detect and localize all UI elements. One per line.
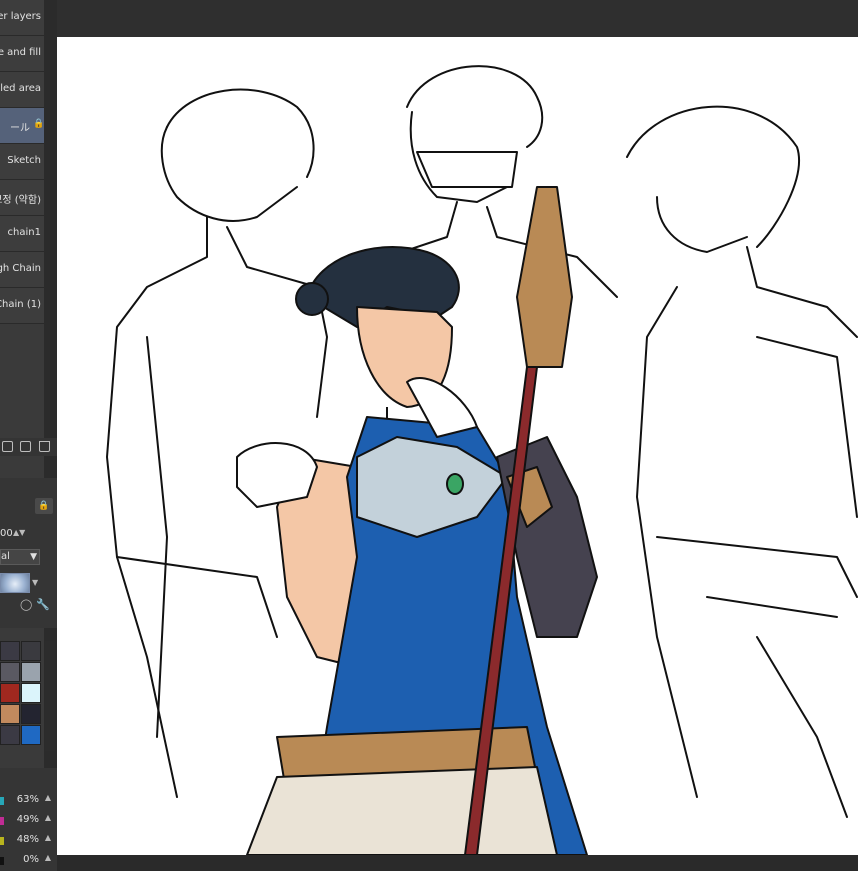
mix-value: 48% xyxy=(16,834,39,845)
layer-row[interactable]: e and fill xyxy=(0,36,44,72)
mix-value: 49% xyxy=(16,814,39,825)
chevron-down-icon[interactable]: ▼ xyxy=(32,578,38,587)
layer-row[interactable]: lled area xyxy=(0,72,44,108)
layer-row[interactable]: chain1 xyxy=(0,216,44,252)
merge-down-icon[interactable] xyxy=(2,441,13,452)
chevron-down-icon: ▼ xyxy=(30,552,37,562)
drawing-canvas[interactable] xyxy=(57,37,858,855)
spinner-icon[interactable]: ▲ xyxy=(45,813,51,822)
left-figure-body xyxy=(106,216,208,798)
layer-row[interactable]: Chain (1) xyxy=(0,288,44,324)
delete-layer-icon[interactable] xyxy=(39,441,50,452)
opacity-spinner-icon[interactable]: ▲▼ xyxy=(13,528,25,537)
layer-row[interactable]: er layers xyxy=(0,0,44,36)
wrench-icon[interactable]: 🔧 xyxy=(36,598,50,611)
reference-icon[interactable]: ◯ xyxy=(20,598,32,611)
layer-name: e and fill xyxy=(0,47,41,58)
spinner-icon[interactable]: ▲ xyxy=(45,853,51,862)
layer-name: ール xyxy=(10,123,30,134)
left-figure-face xyxy=(160,126,298,222)
mix-color-dot xyxy=(0,797,4,805)
layer-panel: er layers e and fill lled area ール 🔒 Sketc… xyxy=(0,0,58,871)
layer-row[interactable]: 보정 (약함) xyxy=(0,180,44,216)
spinner-icon[interactable]: ▲ xyxy=(45,793,51,802)
mix-row[interactable]: 48% ▲ xyxy=(0,832,57,850)
palette-swatch[interactable] xyxy=(21,704,41,724)
right-figure-hair xyxy=(626,105,800,248)
expression-color-swatch[interactable] xyxy=(0,573,30,593)
layer-property-panel: 🔒 00 ▲▼ al ▼ ▼ ◯ 🔧 xyxy=(0,478,57,628)
layer-name: chain1 xyxy=(7,227,41,238)
palette-swatch[interactable] xyxy=(21,725,41,745)
palette-scrollbar[interactable] xyxy=(45,641,55,751)
palette-swatch[interactable] xyxy=(21,662,41,682)
palette-swatch[interactable] xyxy=(0,641,20,661)
layer-row[interactable]: Sketch xyxy=(0,144,44,180)
color-mixing-panel: 63% ▲ 49% ▲ 48% ▲ 0% ▲ xyxy=(0,768,57,871)
palette-swatch[interactable] xyxy=(0,683,20,703)
left-figure-hair xyxy=(166,88,315,178)
layer-row-selected[interactable]: ール 🔒 xyxy=(0,108,44,144)
mix-color-dot xyxy=(0,837,4,845)
palette-swatch[interactable] xyxy=(0,704,20,724)
layer-name: gh Chain xyxy=(0,263,41,274)
artwork-illustration xyxy=(106,65,858,855)
mix-value: 0% xyxy=(23,854,39,865)
middle-figure-hair xyxy=(406,65,544,148)
lock-transparency-icon[interactable]: 🔒 xyxy=(35,498,53,514)
middle-figure-mask xyxy=(416,151,518,188)
blend-mode-select[interactable]: al ▼ xyxy=(0,549,40,565)
layer-name: er layers xyxy=(0,11,41,22)
layer-list: er layers e and fill lled area ール 🔒 Sketc… xyxy=(0,0,44,324)
palette-swatch[interactable] xyxy=(0,725,20,745)
layer-name: Sketch xyxy=(7,155,41,166)
canvas-bottom-bar xyxy=(57,855,858,871)
mix-value: 63% xyxy=(16,794,39,805)
lock-icon[interactable]: 🔒 xyxy=(33,119,44,129)
blend-mode-value: al xyxy=(1,551,10,562)
layer-name: 보정 (약함) xyxy=(0,195,41,206)
layer-name: Chain (1) xyxy=(0,299,41,310)
palette-swatch[interactable] xyxy=(21,683,41,703)
foreground-character xyxy=(236,186,598,855)
mix-row[interactable]: 49% ▲ xyxy=(0,812,57,830)
layer-name: lled area xyxy=(0,83,41,94)
new-layer-icon[interactable] xyxy=(20,441,31,452)
palette-swatch[interactable] xyxy=(21,641,41,661)
canvas-top-bar xyxy=(57,0,858,37)
mix-row[interactable]: 0% ▲ xyxy=(0,852,57,870)
opacity-value[interactable]: 00 xyxy=(0,528,13,539)
mix-row[interactable]: 63% ▲ xyxy=(0,792,57,810)
mix-color-dot xyxy=(0,817,4,825)
layer-toolbar xyxy=(0,438,57,456)
mix-color-dot xyxy=(0,857,4,865)
spinner-icon[interactable]: ▲ xyxy=(45,833,51,842)
layer-row[interactable]: gh Chain xyxy=(0,252,44,288)
palette-swatch[interactable] xyxy=(0,662,20,682)
